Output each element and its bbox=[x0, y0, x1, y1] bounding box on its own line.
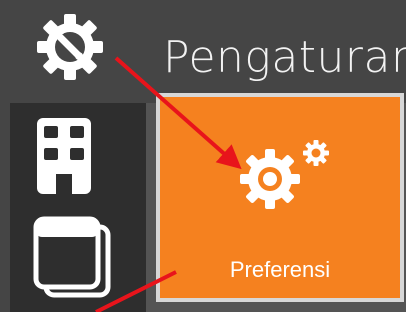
windows-stack-icon bbox=[33, 216, 111, 298]
app-header: Pengaturan bbox=[0, 0, 406, 103]
page-title: Pengaturan bbox=[163, 32, 406, 83]
sidebar-item-buildings[interactable] bbox=[10, 103, 146, 203]
gear-wrench-icon bbox=[37, 14, 103, 80]
settings-button[interactable] bbox=[32, 14, 108, 84]
gears-icon bbox=[218, 137, 348, 217]
preferences-tile[interactable]: Preferensi bbox=[156, 93, 404, 302]
building-icon bbox=[37, 118, 91, 194]
sidebar bbox=[10, 103, 146, 312]
preferences-tile-label: Preferensi bbox=[229, 257, 331, 282]
sidebar-item-windows[interactable] bbox=[10, 203, 146, 312]
